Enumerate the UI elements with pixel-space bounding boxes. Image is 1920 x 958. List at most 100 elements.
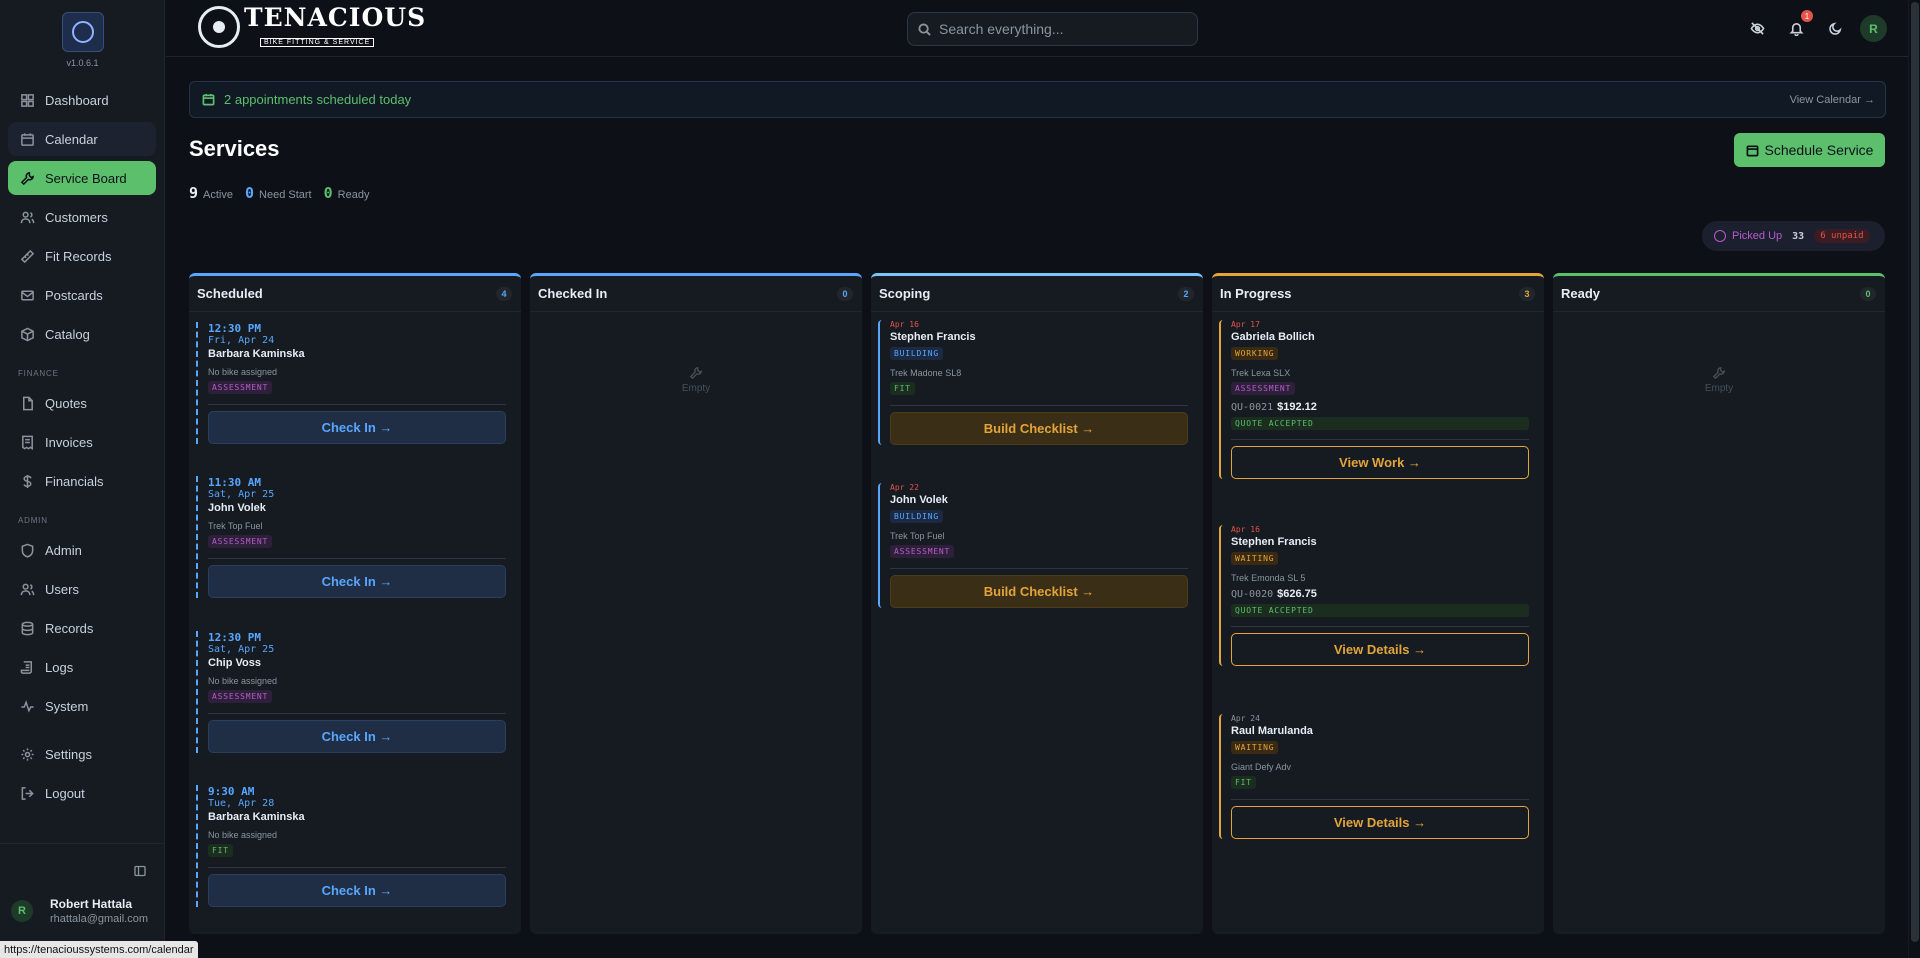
check-in-button[interactable]: Check In → bbox=[208, 565, 506, 598]
wrench-icon bbox=[689, 367, 702, 380]
service-type-tag: ASSESSMENT bbox=[208, 381, 273, 394]
view-details-button[interactable]: View Details → bbox=[1231, 806, 1529, 839]
schedule-service-label: Schedule Service bbox=[1764, 142, 1874, 158]
sidebar-item-calendar[interactable]: Calendar bbox=[8, 122, 156, 156]
sidebar-item-label: Quotes bbox=[45, 395, 87, 411]
build-checklist-button[interactable]: Build Checklist → bbox=[890, 412, 1188, 445]
check-in-button[interactable]: Check In → bbox=[208, 874, 506, 907]
bike-info: Trek Madone SL8 bbox=[890, 368, 962, 378]
sidebar-item-label: Financials bbox=[45, 473, 104, 489]
sidebar-item-customers[interactable]: Customers bbox=[8, 200, 156, 234]
bike-info: No bike assigned bbox=[208, 367, 278, 377]
customer-name: John Volek bbox=[890, 494, 948, 506]
sidebar-item-postcards[interactable]: Postcards bbox=[8, 278, 156, 312]
browser-status-url: https://tenacioussystems.com/calendar bbox=[0, 941, 198, 958]
eye-off-icon[interactable] bbox=[1748, 19, 1766, 37]
wrench-icon bbox=[19, 170, 35, 186]
avatar: R bbox=[11, 900, 33, 922]
service-type-tag: ASSESSMENT bbox=[890, 545, 955, 558]
user-name: Robert Hattala bbox=[50, 897, 133, 911]
service-card[interactable]: 11:30 AM Sat, Apr 25 John Volek Trek Top… bbox=[196, 476, 514, 598]
check-in-button[interactable]: Check In → bbox=[208, 720, 506, 753]
sidebar-item-financials[interactable]: Financials bbox=[8, 464, 156, 498]
service-type-tag: FIT bbox=[1231, 776, 1256, 789]
check-in-button[interactable]: Check In → bbox=[208, 411, 506, 444]
brand-logo[interactable]: TENACIOUS BIKE FITTING & SERVICE bbox=[198, 5, 426, 49]
bell-icon[interactable] bbox=[1787, 19, 1805, 37]
ruler-icon bbox=[19, 248, 35, 264]
sidebar-item-label: Fit Records bbox=[45, 248, 112, 264]
sidebar-item-label: Invoices bbox=[45, 434, 93, 450]
view-details-button[interactable]: View Details → bbox=[1231, 633, 1529, 666]
service-type-tag: ASSESSMENT bbox=[208, 535, 273, 548]
search-box[interactable] bbox=[907, 12, 1198, 46]
sidebar-item-logs[interactable]: Logs bbox=[8, 650, 156, 684]
sidebar-item-service-board[interactable]: Service Board bbox=[8, 161, 156, 195]
sidebar-item-label: Service Board bbox=[45, 170, 127, 186]
sidebar-item-catalog[interactable]: Catalog bbox=[8, 317, 156, 351]
column-ready: Ready 0 Empty bbox=[1553, 273, 1885, 934]
page-scrollbar[interactable] bbox=[1908, 0, 1920, 958]
service-card[interactable]: 9:30 AM Tue, Apr 28 Barbara Kaminska No … bbox=[196, 785, 514, 907]
customer-name: Chip Voss bbox=[208, 657, 261, 669]
column-checked-in: Checked In 0 Empty bbox=[530, 273, 862, 934]
service-card[interactable]: 12:30 PM Fri, Apr 24 Barbara Kaminska No… bbox=[196, 322, 514, 444]
build-checklist-button[interactable]: Build Checklist → bbox=[890, 575, 1188, 608]
stat-ready: 0 Ready bbox=[323, 184, 370, 202]
section-label-finance: FINANCE bbox=[18, 369, 59, 378]
service-card[interactable]: Apr 16 Stephen Francis WAITING Trek Emon… bbox=[1219, 525, 1537, 666]
service-card[interactable]: Apr 22 John Volek BUILDING Trek Top Fuel… bbox=[878, 483, 1196, 608]
service-card[interactable]: Apr 24 Raul Marulanda WAITING Giant Defy… bbox=[1219, 714, 1537, 839]
column-in-progress: In Progress 3 Apr 17 Gabriela Bollich WOR… bbox=[1212, 273, 1544, 934]
bike-info: Giant Defy Adv bbox=[1231, 762, 1292, 772]
sidebar-item-quotes[interactable]: Quotes bbox=[8, 386, 156, 420]
sidebar-item-users[interactable]: Users bbox=[8, 572, 156, 606]
column-count: 3 bbox=[1519, 287, 1535, 301]
service-card[interactable]: Apr 17 Gabriela Bollich WORKING Trek Lex… bbox=[1219, 320, 1537, 479]
notification-badge: 1 bbox=[1801, 10, 1813, 22]
sidebar-item-label: Logout bbox=[45, 785, 85, 801]
service-type-tag: FIT bbox=[208, 844, 233, 857]
picked-up-pill[interactable]: Picked Up 33 6 unpaid bbox=[1702, 221, 1885, 251]
empty-state: Empty bbox=[530, 366, 862, 394]
user-profile[interactable]: R Robert Hattala rhattala@gmail.com bbox=[11, 897, 148, 925]
sidebar-item-logout[interactable]: Logout bbox=[8, 776, 156, 810]
bike-info: Trek Emonda SL 5 bbox=[1231, 573, 1306, 583]
sidebar-item-dashboard[interactable]: Dashboard bbox=[8, 83, 156, 117]
service-type-tag: ASSESSMENT bbox=[208, 690, 273, 703]
sidebar-item-label: System bbox=[45, 698, 89, 714]
schedule-service-button[interactable]: Schedule Service bbox=[1734, 133, 1885, 167]
card-date: Apr 17 bbox=[1231, 320, 1260, 329]
section-label-admin: ADMIN bbox=[18, 516, 48, 525]
app-logo[interactable] bbox=[62, 12, 104, 52]
dollar-icon bbox=[19, 473, 35, 489]
user-avatar-button[interactable]: R bbox=[1860, 15, 1887, 42]
column-scoping: Scoping 2 Apr 16 Stephen Francis BUILDING… bbox=[871, 273, 1203, 934]
calendar-icon bbox=[202, 93, 215, 106]
status-badge: WAITING bbox=[1231, 741, 1279, 754]
app-version: v1.0.6.1 bbox=[66, 58, 99, 68]
service-card[interactable]: 12:30 PM Sat, Apr 25 Chip Voss No bike a… bbox=[196, 631, 514, 753]
quote-info: QU-0020 $626.75 bbox=[1231, 588, 1317, 600]
sidebar-item-system[interactable]: System bbox=[8, 689, 156, 723]
column-header: In Progress 3 bbox=[1212, 276, 1544, 312]
sidebar-item-label: Calendar bbox=[45, 131, 98, 147]
brand-name: TENACIOUS bbox=[244, 3, 427, 32]
calendar-icon bbox=[19, 131, 35, 147]
gear-icon bbox=[19, 746, 35, 762]
collapse-sidebar-icon[interactable] bbox=[134, 864, 146, 877]
sidebar-item-invoices[interactable]: Invoices bbox=[8, 425, 156, 459]
sidebar-item-fit-records[interactable]: Fit Records bbox=[8, 239, 156, 273]
sidebar-item-settings[interactable]: Settings bbox=[8, 737, 156, 771]
view-calendar-link[interactable]: View Calendar → bbox=[1790, 94, 1875, 106]
search-input[interactable] bbox=[939, 21, 1179, 37]
logo-mark-icon bbox=[72, 21, 94, 43]
view-work-button[interactable]: View Work → bbox=[1231, 446, 1529, 479]
moon-icon[interactable] bbox=[1826, 19, 1844, 37]
sidebar-item-label: Users bbox=[45, 581, 79, 597]
service-card[interactable]: Apr 16 Stephen Francis BUILDING Trek Mad… bbox=[878, 320, 1196, 445]
appointments-banner: 2 appointments scheduled today View Cale… bbox=[189, 81, 1886, 118]
sidebar-item-records[interactable]: Records bbox=[8, 611, 156, 645]
sidebar-item-admin[interactable]: Admin bbox=[8, 533, 156, 567]
banner-message: 2 appointments scheduled today bbox=[224, 92, 412, 107]
